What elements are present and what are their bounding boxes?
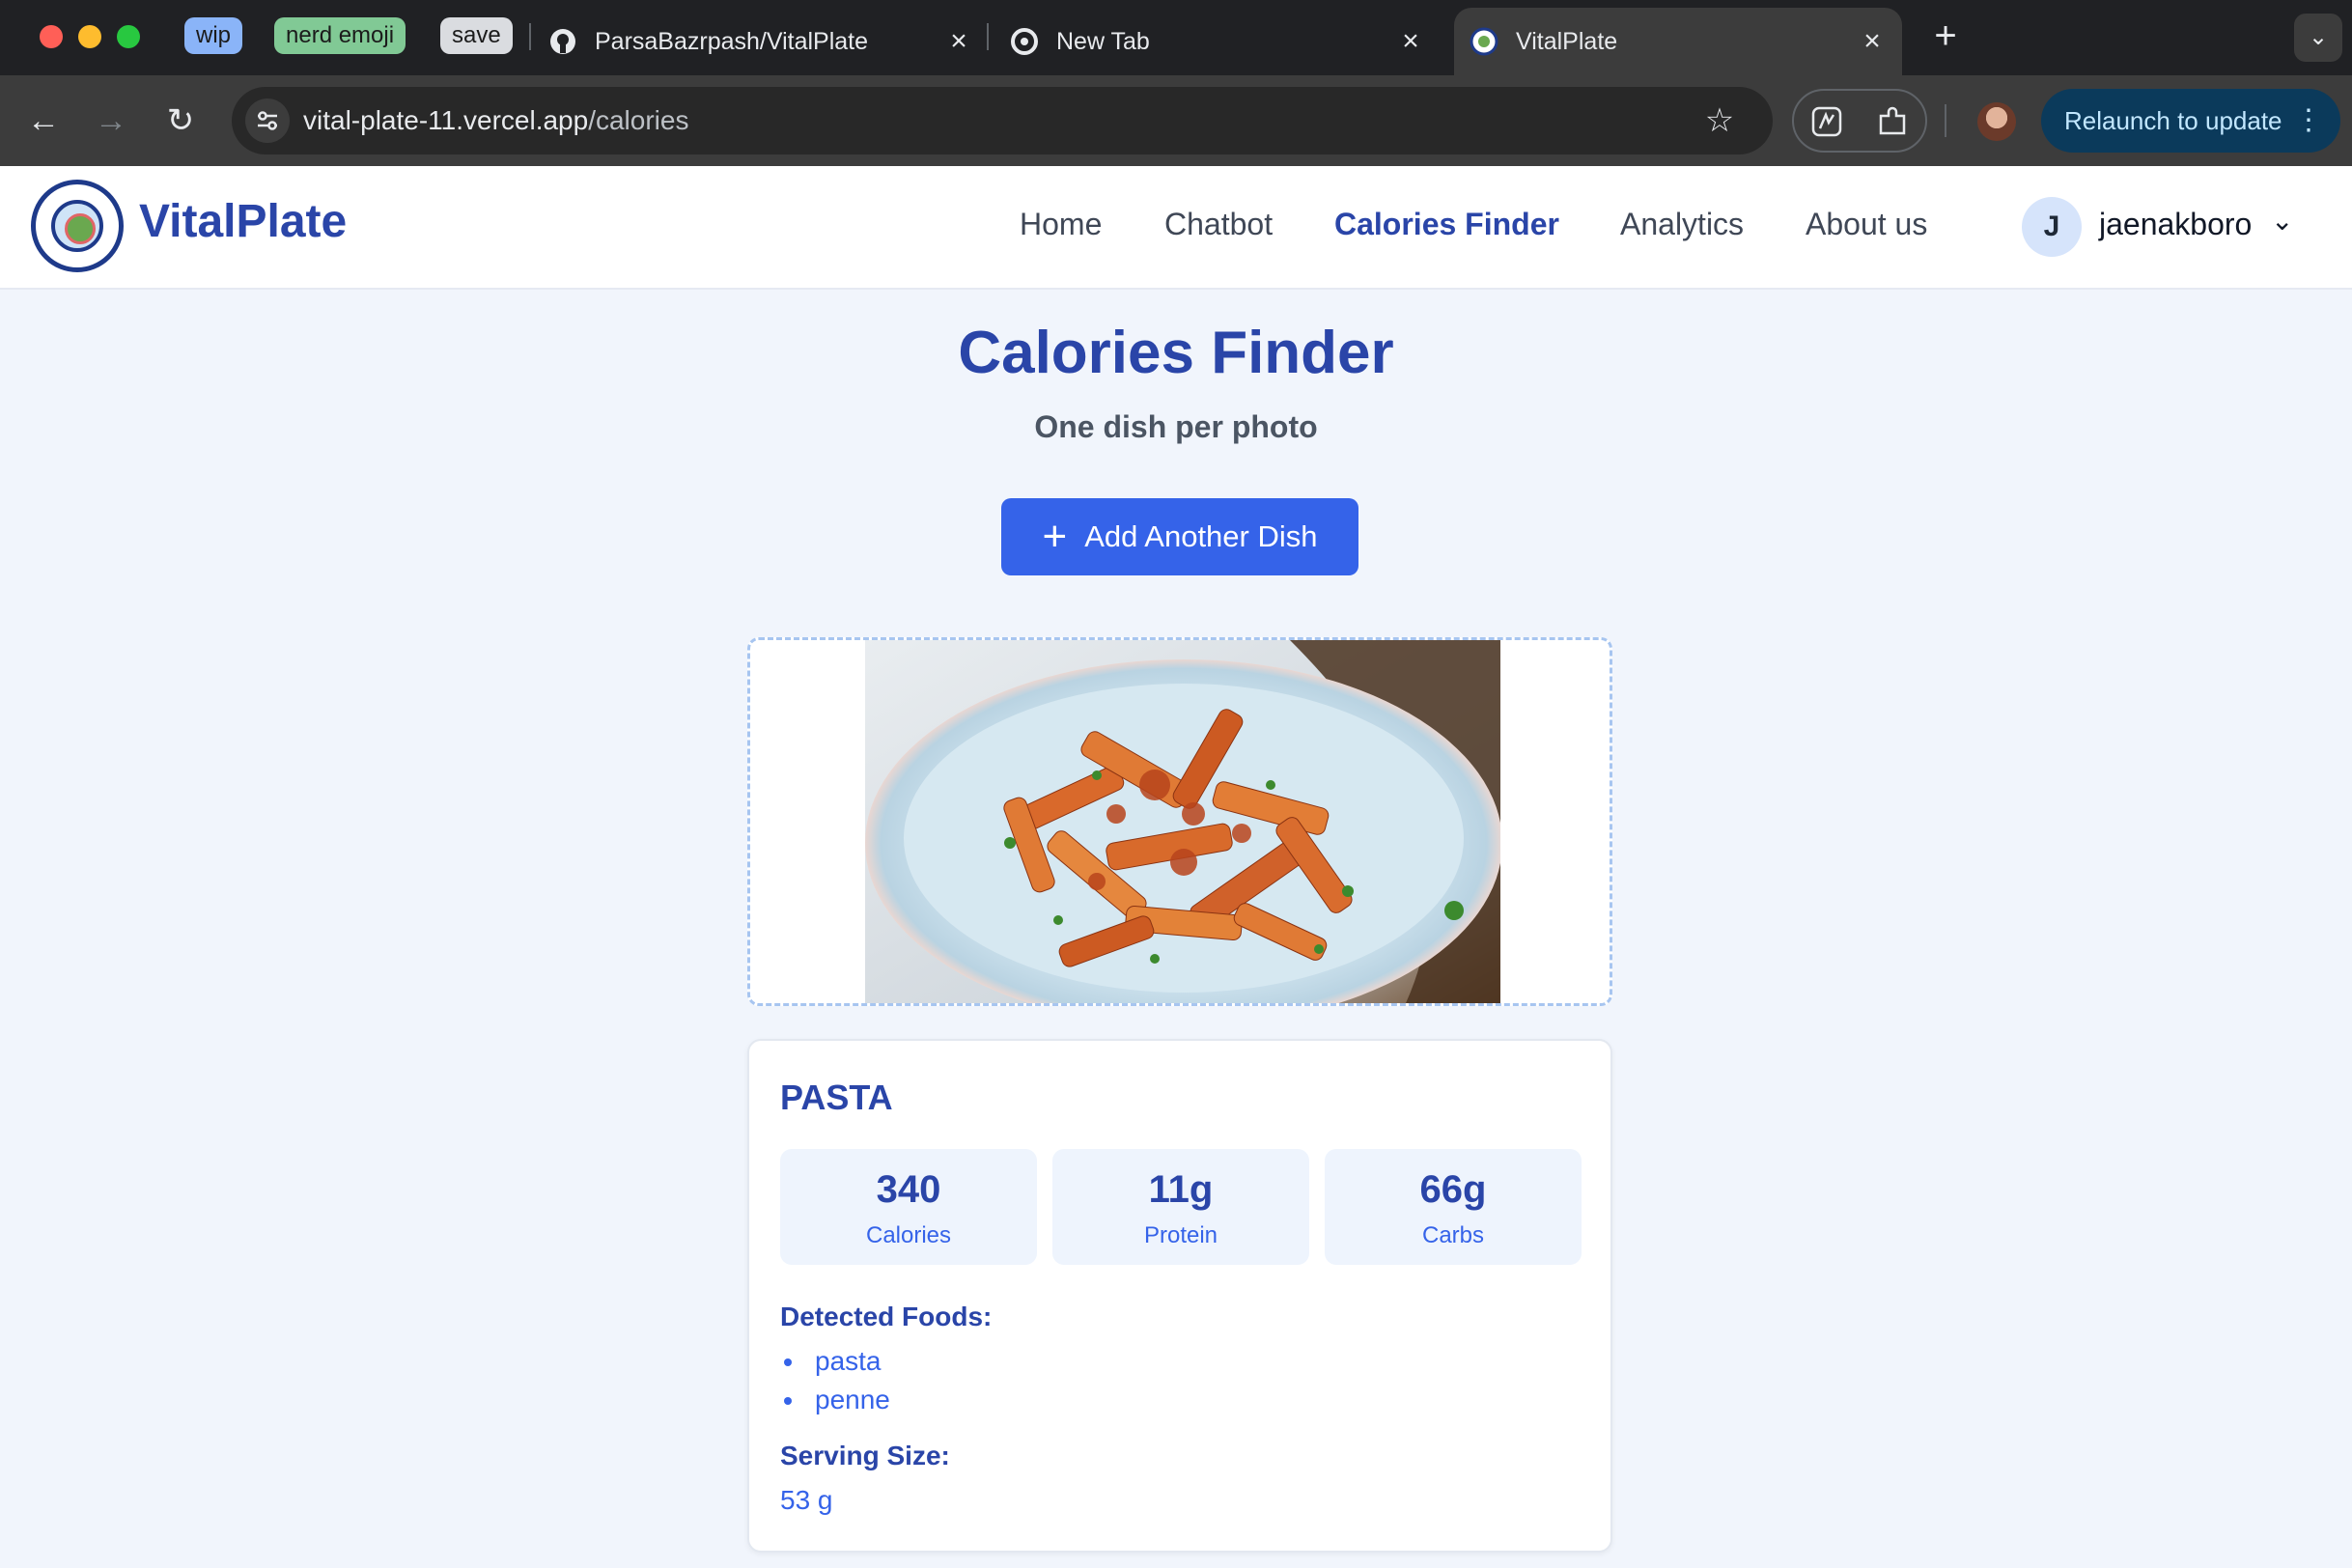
stat-label: Carbs xyxy=(1421,1222,1485,1248)
stat-label: Calories xyxy=(865,1222,952,1248)
chevron-down-icon[interactable]: ⌄ xyxy=(2271,205,2293,237)
relaunch-label: Relaunch to update xyxy=(2064,106,2282,135)
app-navbar: VitalPlate Home Chatbot Calories Finder … xyxy=(0,166,2352,290)
close-window-button[interactable] xyxy=(40,25,63,48)
bookmark-star-icon[interactable]: ☆ xyxy=(1695,97,1744,145)
nav-about-us[interactable]: About us xyxy=(1806,207,1927,242)
nav-calories-finder[interactable]: Calories Finder xyxy=(1334,207,1559,242)
url-text: vital-plate-11.vercel.app/calories xyxy=(303,87,688,154)
add-another-dish-button[interactable]: + Add Another Dish xyxy=(1001,498,1358,575)
tab-search-button[interactable]: ⌄ xyxy=(2294,14,2342,62)
extension-icon[interactable] xyxy=(1809,104,1844,139)
url-host: vital-plate-11.vercel.app xyxy=(303,105,589,135)
tab-new-tab[interactable]: New Tab × xyxy=(1010,8,1425,75)
profile-avatar[interactable] xyxy=(1977,102,2016,141)
browser-tab-strip: wip nerd emoji save ParsaBazrpash/VitalP… xyxy=(0,0,2352,75)
relaunch-button[interactable]: Relaunch to update ⋮ xyxy=(2041,89,2340,153)
brand-name[interactable]: VitalPlate xyxy=(139,195,347,248)
user-name[interactable]: jaenakboro xyxy=(2099,207,2252,242)
url-path: /calories xyxy=(588,105,689,135)
tab-group-wip[interactable]: wip xyxy=(184,17,243,54)
close-tab-icon[interactable]: × xyxy=(1396,27,1425,56)
photo-dropzone[interactable] xyxy=(747,637,1612,1006)
tab-github[interactable]: ParsaBazrpash/VitalPlate × xyxy=(548,8,973,75)
tab-title: VitalPlate xyxy=(1516,27,1618,55)
list-item: penne xyxy=(784,1385,890,1414)
nav-chatbot[interactable]: Chatbot xyxy=(1164,207,1273,242)
tab-separator xyxy=(987,23,989,50)
minimize-window-button[interactable] xyxy=(78,25,101,48)
serving-size-heading: Serving Size: xyxy=(780,1441,950,1470)
close-tab-icon[interactable]: × xyxy=(1858,27,1887,56)
stat-value: 66g xyxy=(1419,1168,1487,1211)
list-item: pasta xyxy=(784,1346,882,1376)
address-bar[interactable]: vital-plate-11.vercel.app/calories ☆ xyxy=(232,87,1773,154)
extensions-area xyxy=(1792,89,1927,153)
tab-separator xyxy=(529,23,531,50)
maximize-window-button[interactable] xyxy=(117,25,140,48)
kebab-menu-icon[interactable]: ⋮ xyxy=(2294,89,2323,153)
page-title: Calories Finder xyxy=(958,320,1394,386)
stat-value: 340 xyxy=(876,1168,941,1211)
plus-icon: + xyxy=(1042,513,1068,560)
dish-photo xyxy=(865,640,1500,1003)
user-avatar[interactable]: J xyxy=(2022,197,2082,257)
nav-home[interactable]: Home xyxy=(1020,207,1102,242)
vitalplate-favicon xyxy=(1470,27,1498,56)
close-tab-icon[interactable]: × xyxy=(944,27,973,56)
stat-label: Protein xyxy=(1143,1222,1218,1248)
site-settings-icon[interactable] xyxy=(245,98,290,143)
tab-group-nerd-emoji[interactable]: nerd emoji xyxy=(274,17,406,54)
detected-foods-heading: Detected Foods: xyxy=(780,1302,993,1331)
tab-vitalplate[interactable]: VitalPlate × xyxy=(1454,8,1902,75)
new-tab-button[interactable]: + xyxy=(1925,15,1966,56)
tab-group-save[interactable]: save xyxy=(440,17,513,54)
chrome-icon xyxy=(1010,27,1039,56)
vitalplate-logo[interactable] xyxy=(31,180,124,272)
toolbar-separator xyxy=(1945,104,1946,137)
page-subtitle: One dish per photo xyxy=(1034,409,1318,444)
add-button-label: Add Another Dish xyxy=(1084,519,1318,553)
stat-carbs: 66g Carbs xyxy=(1325,1149,1582,1265)
back-arrow-icon[interactable]: ← xyxy=(19,97,68,145)
stat-calories: 340 Calories xyxy=(780,1149,1037,1265)
nutrition-result-card: PASTA 340 Calories 11g Protein 66g Carbs… xyxy=(747,1039,1612,1553)
tab-title: New Tab xyxy=(1056,27,1150,55)
github-icon xyxy=(548,27,577,56)
reload-icon[interactable]: ↻ xyxy=(156,97,205,145)
browser-toolbar: ← → ↻ vital-plate-11.vercel.app/calories… xyxy=(0,75,2352,166)
puzzle-icon[interactable] xyxy=(1875,104,1910,139)
stat-protein: 11g Protein xyxy=(1052,1149,1309,1265)
tab-title: ParsaBazrpash/VitalPlate xyxy=(595,27,869,55)
nav-analytics[interactable]: Analytics xyxy=(1620,207,1744,242)
forward-arrow-icon[interactable]: → xyxy=(87,97,135,145)
serving-size-value: 53 g xyxy=(780,1485,833,1515)
stat-value: 11g xyxy=(1148,1168,1214,1211)
dish-name: PASTA xyxy=(780,1078,893,1117)
